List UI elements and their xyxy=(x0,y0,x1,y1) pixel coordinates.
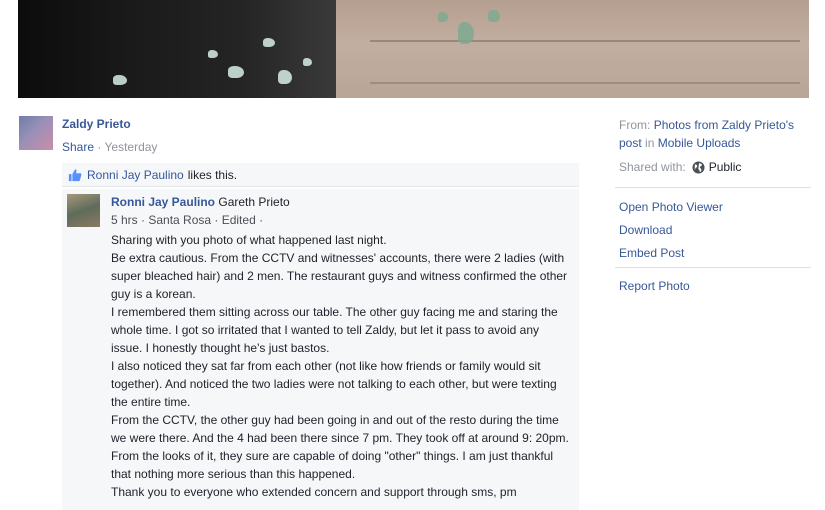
meta-separator: · xyxy=(97,140,102,154)
open-photo-viewer-link[interactable]: Open Photo Viewer xyxy=(619,200,723,214)
glass-shard xyxy=(113,75,127,85)
share-link[interactable]: Share xyxy=(62,140,94,154)
commenter-avatar[interactable] xyxy=(67,194,100,227)
glass-shard xyxy=(208,50,218,58)
glass-shard xyxy=(488,10,500,22)
comment-line: I remembered them sitting across our tab… xyxy=(111,305,558,355)
glass-shard xyxy=(263,38,275,47)
sidebar-divider xyxy=(615,267,811,268)
report-photo-link[interactable]: Report Photo xyxy=(619,279,690,293)
from-info: From: Photos from Zaldy Prieto's post in… xyxy=(619,116,811,152)
download-link[interactable]: Download xyxy=(619,223,672,237)
post-meta: Share · Yesterday xyxy=(62,140,157,154)
likes-bar: Ronni Jay Paulino likes this. xyxy=(62,163,579,187)
shared-with-label: Shared with: xyxy=(619,160,686,174)
glass-shard xyxy=(303,58,312,66)
photo-sidebar: From: Photos from Zaldy Prieto's post in… xyxy=(619,116,811,174)
from-prefix: From: xyxy=(619,118,651,132)
shared-with-value: Public xyxy=(708,160,742,174)
comment-line: From the CCTV, the other guy had been go… xyxy=(111,413,569,445)
from-in: in xyxy=(645,136,655,150)
comment-meta: 5 hrs · Santa Rosa · Edited · xyxy=(111,213,264,227)
author-avatar[interactable] xyxy=(19,116,53,150)
comment-body: Sharing with you photo of what happened … xyxy=(111,231,573,501)
album-link[interactable]: Mobile Uploads xyxy=(658,136,741,150)
sidebar-divider xyxy=(615,187,811,188)
photo-seam xyxy=(370,40,800,42)
post-photo[interactable] xyxy=(18,0,809,98)
comment-line: Thank you to everyone who extended conce… xyxy=(111,485,517,499)
liker-name[interactable]: Ronni Jay Paulino xyxy=(87,168,184,182)
glass-shard xyxy=(458,22,474,44)
shared-with: Shared with: Public xyxy=(619,160,811,174)
glass-shard xyxy=(228,66,244,78)
commenter-name[interactable]: Ronni Jay Paulino xyxy=(111,195,215,209)
post-author-name[interactable]: Zaldy Prieto xyxy=(62,117,131,131)
comment-header: Ronni Jay Paulino Gareth Prieto xyxy=(111,195,290,209)
comment-line: Sharing with you photo of what happened … xyxy=(111,233,387,247)
comment: Ronni Jay Paulino Gareth Prieto 5 hrs · … xyxy=(62,189,579,510)
photo-seam xyxy=(370,82,800,84)
glass-shard xyxy=(438,12,448,22)
embed-post-link[interactable]: Embed Post xyxy=(619,246,684,260)
likes-text: likes this. xyxy=(187,167,238,182)
post-time[interactable]: Yesterday xyxy=(105,140,158,154)
globe-icon xyxy=(692,160,705,174)
comment-line: Be extra cautious. From the CCTV and wit… xyxy=(111,251,568,301)
comment-line: From the looks of it, they sure are capa… xyxy=(111,449,554,481)
glass-shard xyxy=(278,70,292,84)
tagged-name[interactable]: Gareth Prieto xyxy=(218,195,289,209)
comment-line: I also noticed they sat far from each ot… xyxy=(111,359,557,409)
like-thumb-icon xyxy=(68,168,82,181)
